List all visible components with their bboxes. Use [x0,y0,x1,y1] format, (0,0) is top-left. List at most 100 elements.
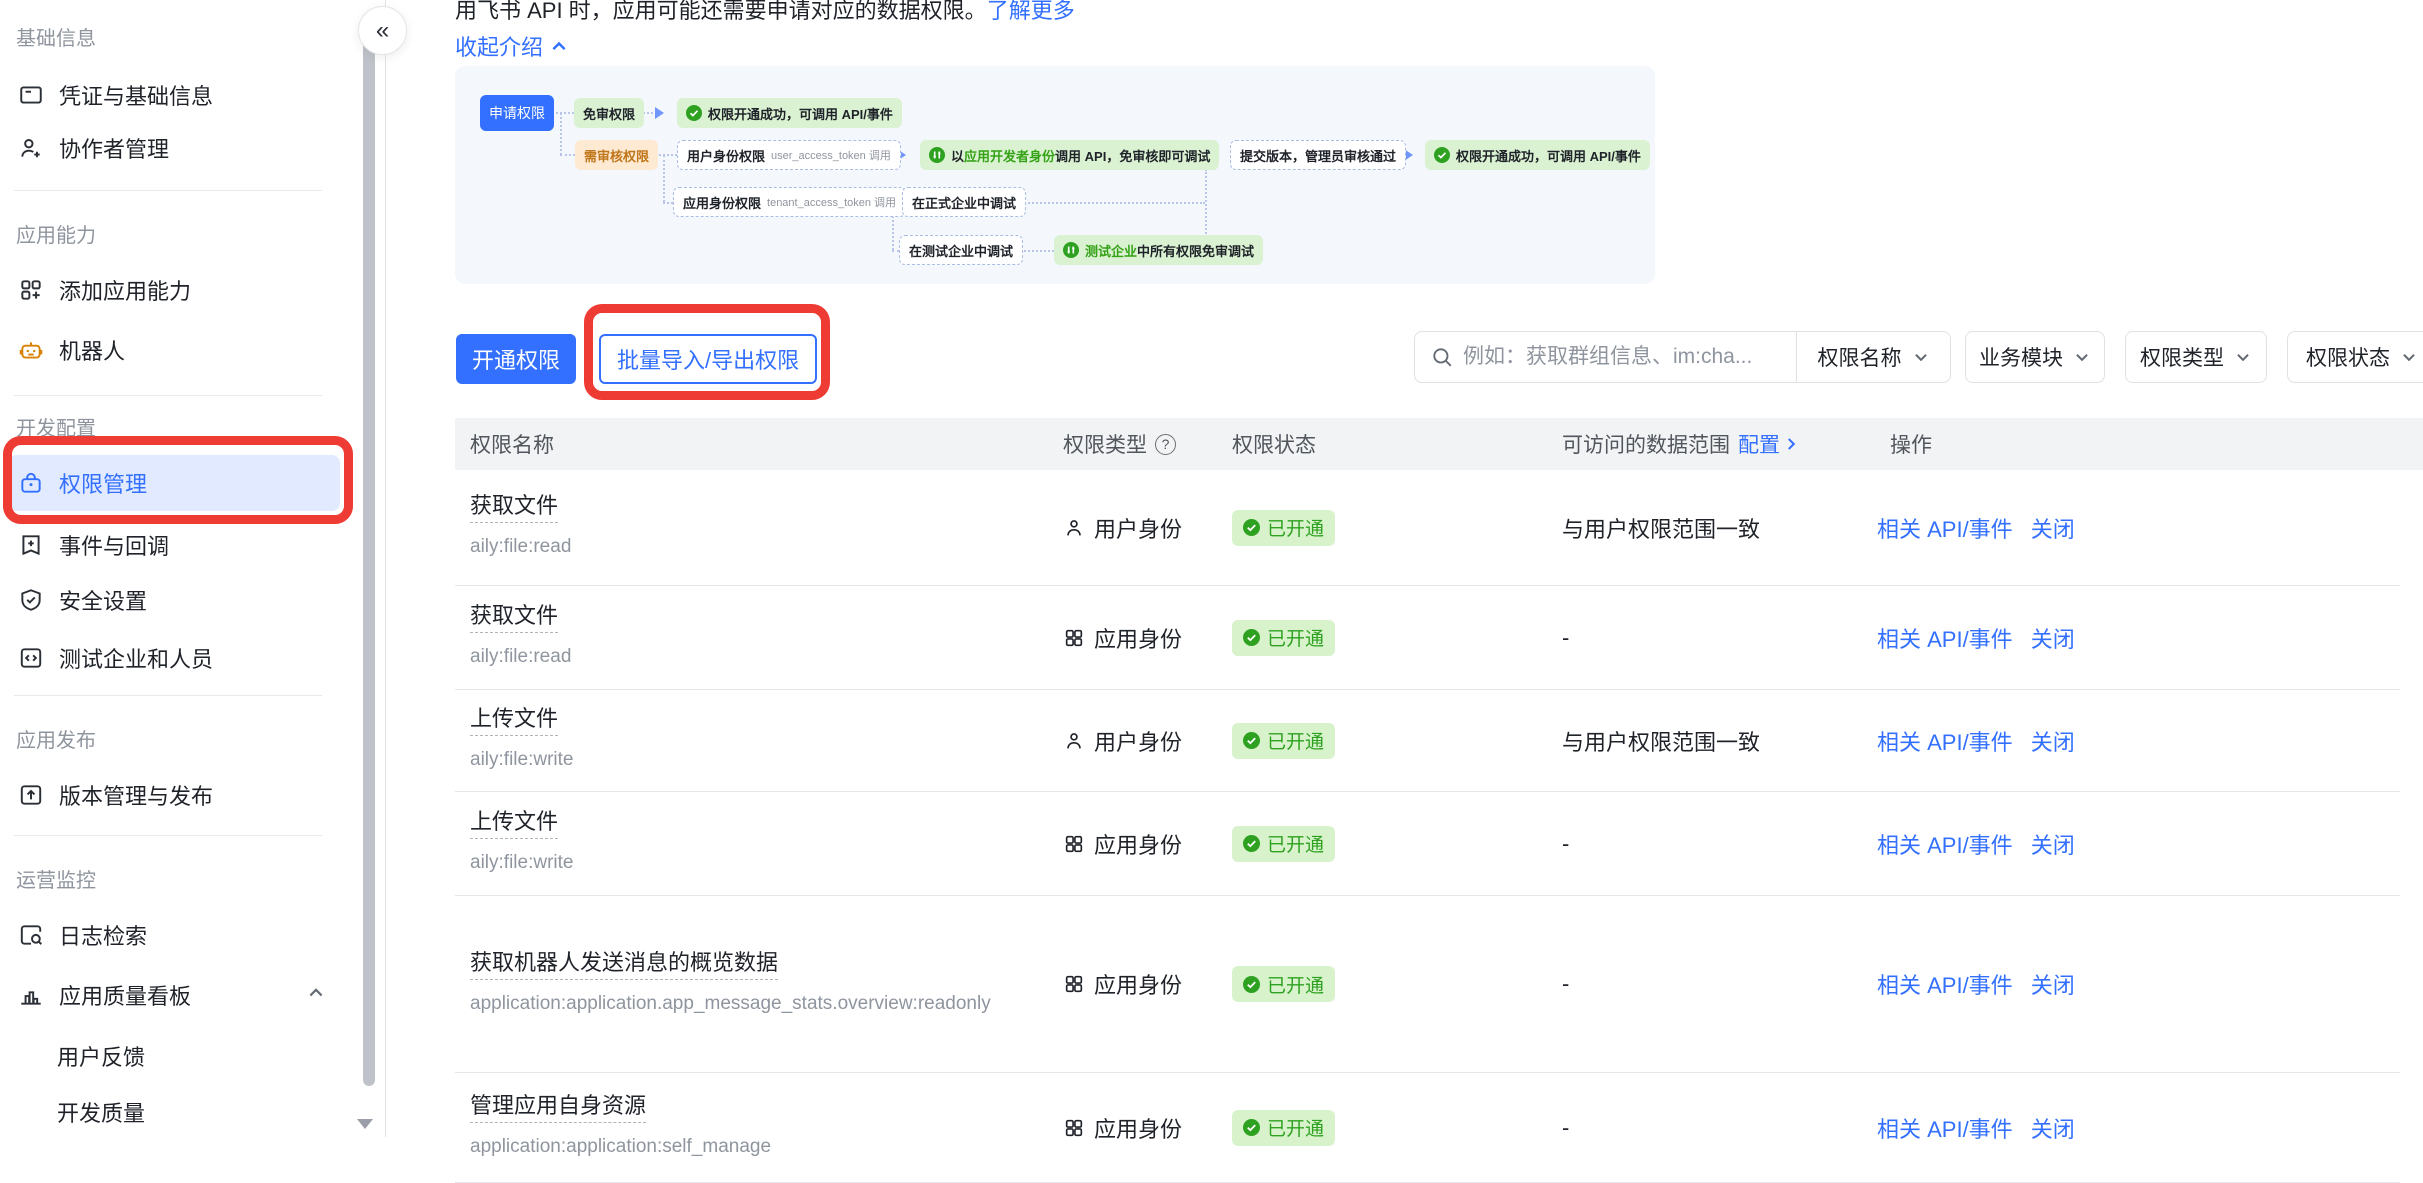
close-permission-link[interactable]: 关闭 [2031,725,2075,757]
row-actions: 相关 API/事件 关闭 [1877,896,2075,1072]
related-api-link[interactable]: 相关 API/事件 [1877,1112,2013,1144]
sidebar-item-log-search[interactable]: 日志检索 [8,911,340,959]
sidebar-item-label: 事件与回调 [59,529,169,561]
sidebar-item-bot[interactable]: 机器人 [8,326,340,374]
flow-node-user-identity-permission: 用户身份权限 user_access_token 调用 [677,140,901,170]
flow-node-label: 权限开通成功，可调用 API/事件 [708,104,893,123]
permission-name: 管理应用自身资源 [470,1093,646,1123]
permission-type-filter[interactable]: 权限类型 [2125,331,2267,383]
intro-text: 用飞书 API 时，应用可能还需要申请对应的数据权限。了解更多 [455,0,1075,24]
sidebar-item-user-feedback[interactable]: 用户反馈 [57,1040,145,1072]
close-permission-link[interactable]: 关闭 [2031,968,2075,1000]
sidebar: 基础信息 凭证与基础信息 协作者管理 应用能力 添加应用能力 机器人 开发配置 … [0,0,386,1137]
table-row: 管理应用自身资源 application:application:self_ma… [455,1073,2400,1183]
row-actions: 相关 API/事件 关闭 [1877,470,2075,585]
permission-code: aily:file:write [470,745,1032,775]
scope-config-link[interactable]: 配置 [1738,429,1800,459]
related-api-link[interactable]: 相关 API/事件 [1877,968,2013,1000]
close-permission-link[interactable]: 关闭 [2031,1112,2075,1144]
permission-name-filter[interactable]: 权限名称 [1796,332,1950,382]
search-group: 权限名称 [1414,331,1951,383]
filter-label: 权限名称 [1818,342,1902,372]
flow-node-label: 在正式企业中调试 [912,193,1016,212]
check-circle-icon [1243,976,1260,993]
chevron-down-icon [2234,348,2252,366]
sidebar-item-dev-quality[interactable]: 开发质量 [57,1096,145,1128]
permission-status: 已开通 [1232,896,1335,1072]
robot-icon [18,337,44,363]
permission-type-label: 用户身份 [1094,512,1182,544]
header-label: 权限类型 [1063,429,1147,459]
filter-label: 权限类型 [2140,342,2224,372]
related-api-link[interactable]: 相关 API/事件 [1877,725,2013,757]
sidebar-divider [14,695,322,696]
sidebar-scrollbar[interactable] [363,14,375,1086]
sidebar-item-add-capability[interactable]: 添加应用能力 [8,266,340,314]
flow-node-no-review: 免审权限 [574,98,644,128]
app-identity-icon [1063,973,1085,995]
collapse-intro-link[interactable]: 收起介绍 [455,30,569,62]
learn-more-link[interactable]: 了解更多 [987,0,1075,23]
log-search-icon [18,922,44,948]
flow-node-submit-version: 提交版本，管理员审核通过 [1230,140,1406,170]
flow-node-label: 需审核权限 [584,146,649,165]
business-module-filter[interactable]: 业务模块 [1965,331,2105,383]
flow-node-success-2: 权限开通成功，可调用 API/事件 [1425,140,1650,170]
main-content: 用飞书 API 时，应用可能还需要申请对应的数据权限。了解更多 收起介绍 申请权… [387,0,2423,1137]
publish-icon [18,782,44,808]
sidebar-item-quality-dashboard[interactable]: 应用质量看板 [8,971,340,1019]
row-actions: 相关 API/事件 关闭 [1877,1073,2075,1182]
related-api-link[interactable]: 相关 API/事件 [1877,828,2013,860]
sidebar-item-credentials[interactable]: 凭证与基础信息 [8,71,340,119]
collapse-intro-label: 收起介绍 [455,30,543,62]
sidebar-item-test-company[interactable]: 测试企业和人员 [8,634,340,682]
table-row: 获取文件 aily:file:read 用户身份 已开通 与用户权限范围一致 相… [455,470,2400,586]
close-permission-link[interactable]: 关闭 [2031,622,2075,654]
permission-type: 应用身份 [1063,1073,1182,1182]
data-scope: - [1562,1073,1569,1182]
permission-status: 已开通 [1232,470,1335,585]
chevron-down-icon [2073,348,2091,366]
related-api-link[interactable]: 相关 API/事件 [1877,622,2013,654]
flow-arrow-icon [655,107,664,119]
table-row: 获取文件 aily:file:read 应用身份 已开通 - 相关 API/事件… [455,586,2400,690]
app-identity-icon [1063,1117,1085,1139]
lock-icon [18,470,44,496]
open-permission-button[interactable]: 开通权限 [456,334,576,384]
test-company-link[interactable]: 测试企业 [1085,244,1137,259]
status-badge: 已开通 [1232,966,1335,1002]
user-add-icon [18,135,44,161]
app-identity-icon [1063,833,1085,855]
sidebar-item-permission-management[interactable]: 权限管理 [8,455,340,511]
sidebar-item-security-settings[interactable]: 安全设置 [8,576,340,624]
close-permission-link[interactable]: 关闭 [2031,512,2075,544]
sidebar-collapse-button[interactable]: « [358,6,407,55]
sidebar-item-version-release[interactable]: 版本管理与发布 [8,771,340,819]
scroll-down-arrow-icon[interactable] [357,1119,373,1129]
flow-node-label: 测试企业中所有权限免审调试 [1085,241,1254,260]
flow-node-label: 提交版本，管理员审核通过 [1240,146,1396,165]
sidebar-item-label: 机器人 [59,334,125,366]
permission-type-label: 应用身份 [1094,622,1182,654]
close-permission-link[interactable]: 关闭 [2031,828,2075,860]
permission-table: 权限名称 权限类型 ? 权限状态 可访问的数据范围 配置 操作 获取文件 ail… [455,418,2423,1183]
check-circle-icon [1243,629,1260,646]
check-circle-icon [1243,732,1260,749]
sidebar-item-collaborators[interactable]: 协作者管理 [8,124,340,172]
developer-identity-link[interactable]: 应用开发者身份 [964,149,1055,164]
related-api-link[interactable]: 相关 API/事件 [1877,512,2013,544]
flow-node-label: 用户身份权限 [687,146,765,165]
permission-status-filter[interactable]: 权限状态 [2287,331,2423,383]
help-icon[interactable]: ? [1155,434,1176,455]
search-input[interactable] [1463,345,1796,369]
flow-node-formal-debug: 在正式企业中调试 [902,187,1026,217]
batch-import-export-button[interactable]: 批量导入/导出权限 [599,334,817,384]
chevron-up-icon[interactable] [306,983,326,1008]
sidebar-item-label: 凭证与基础信息 [59,79,213,111]
check-circle-icon [1243,1119,1260,1136]
permission-name: 上传文件 [470,809,558,839]
header-label: 可访问的数据范围 [1562,429,1730,459]
permission-name: 上传文件 [470,706,558,736]
permission-type: 应用身份 [1063,896,1182,1072]
sidebar-item-events-callbacks[interactable]: 事件与回调 [8,521,340,569]
